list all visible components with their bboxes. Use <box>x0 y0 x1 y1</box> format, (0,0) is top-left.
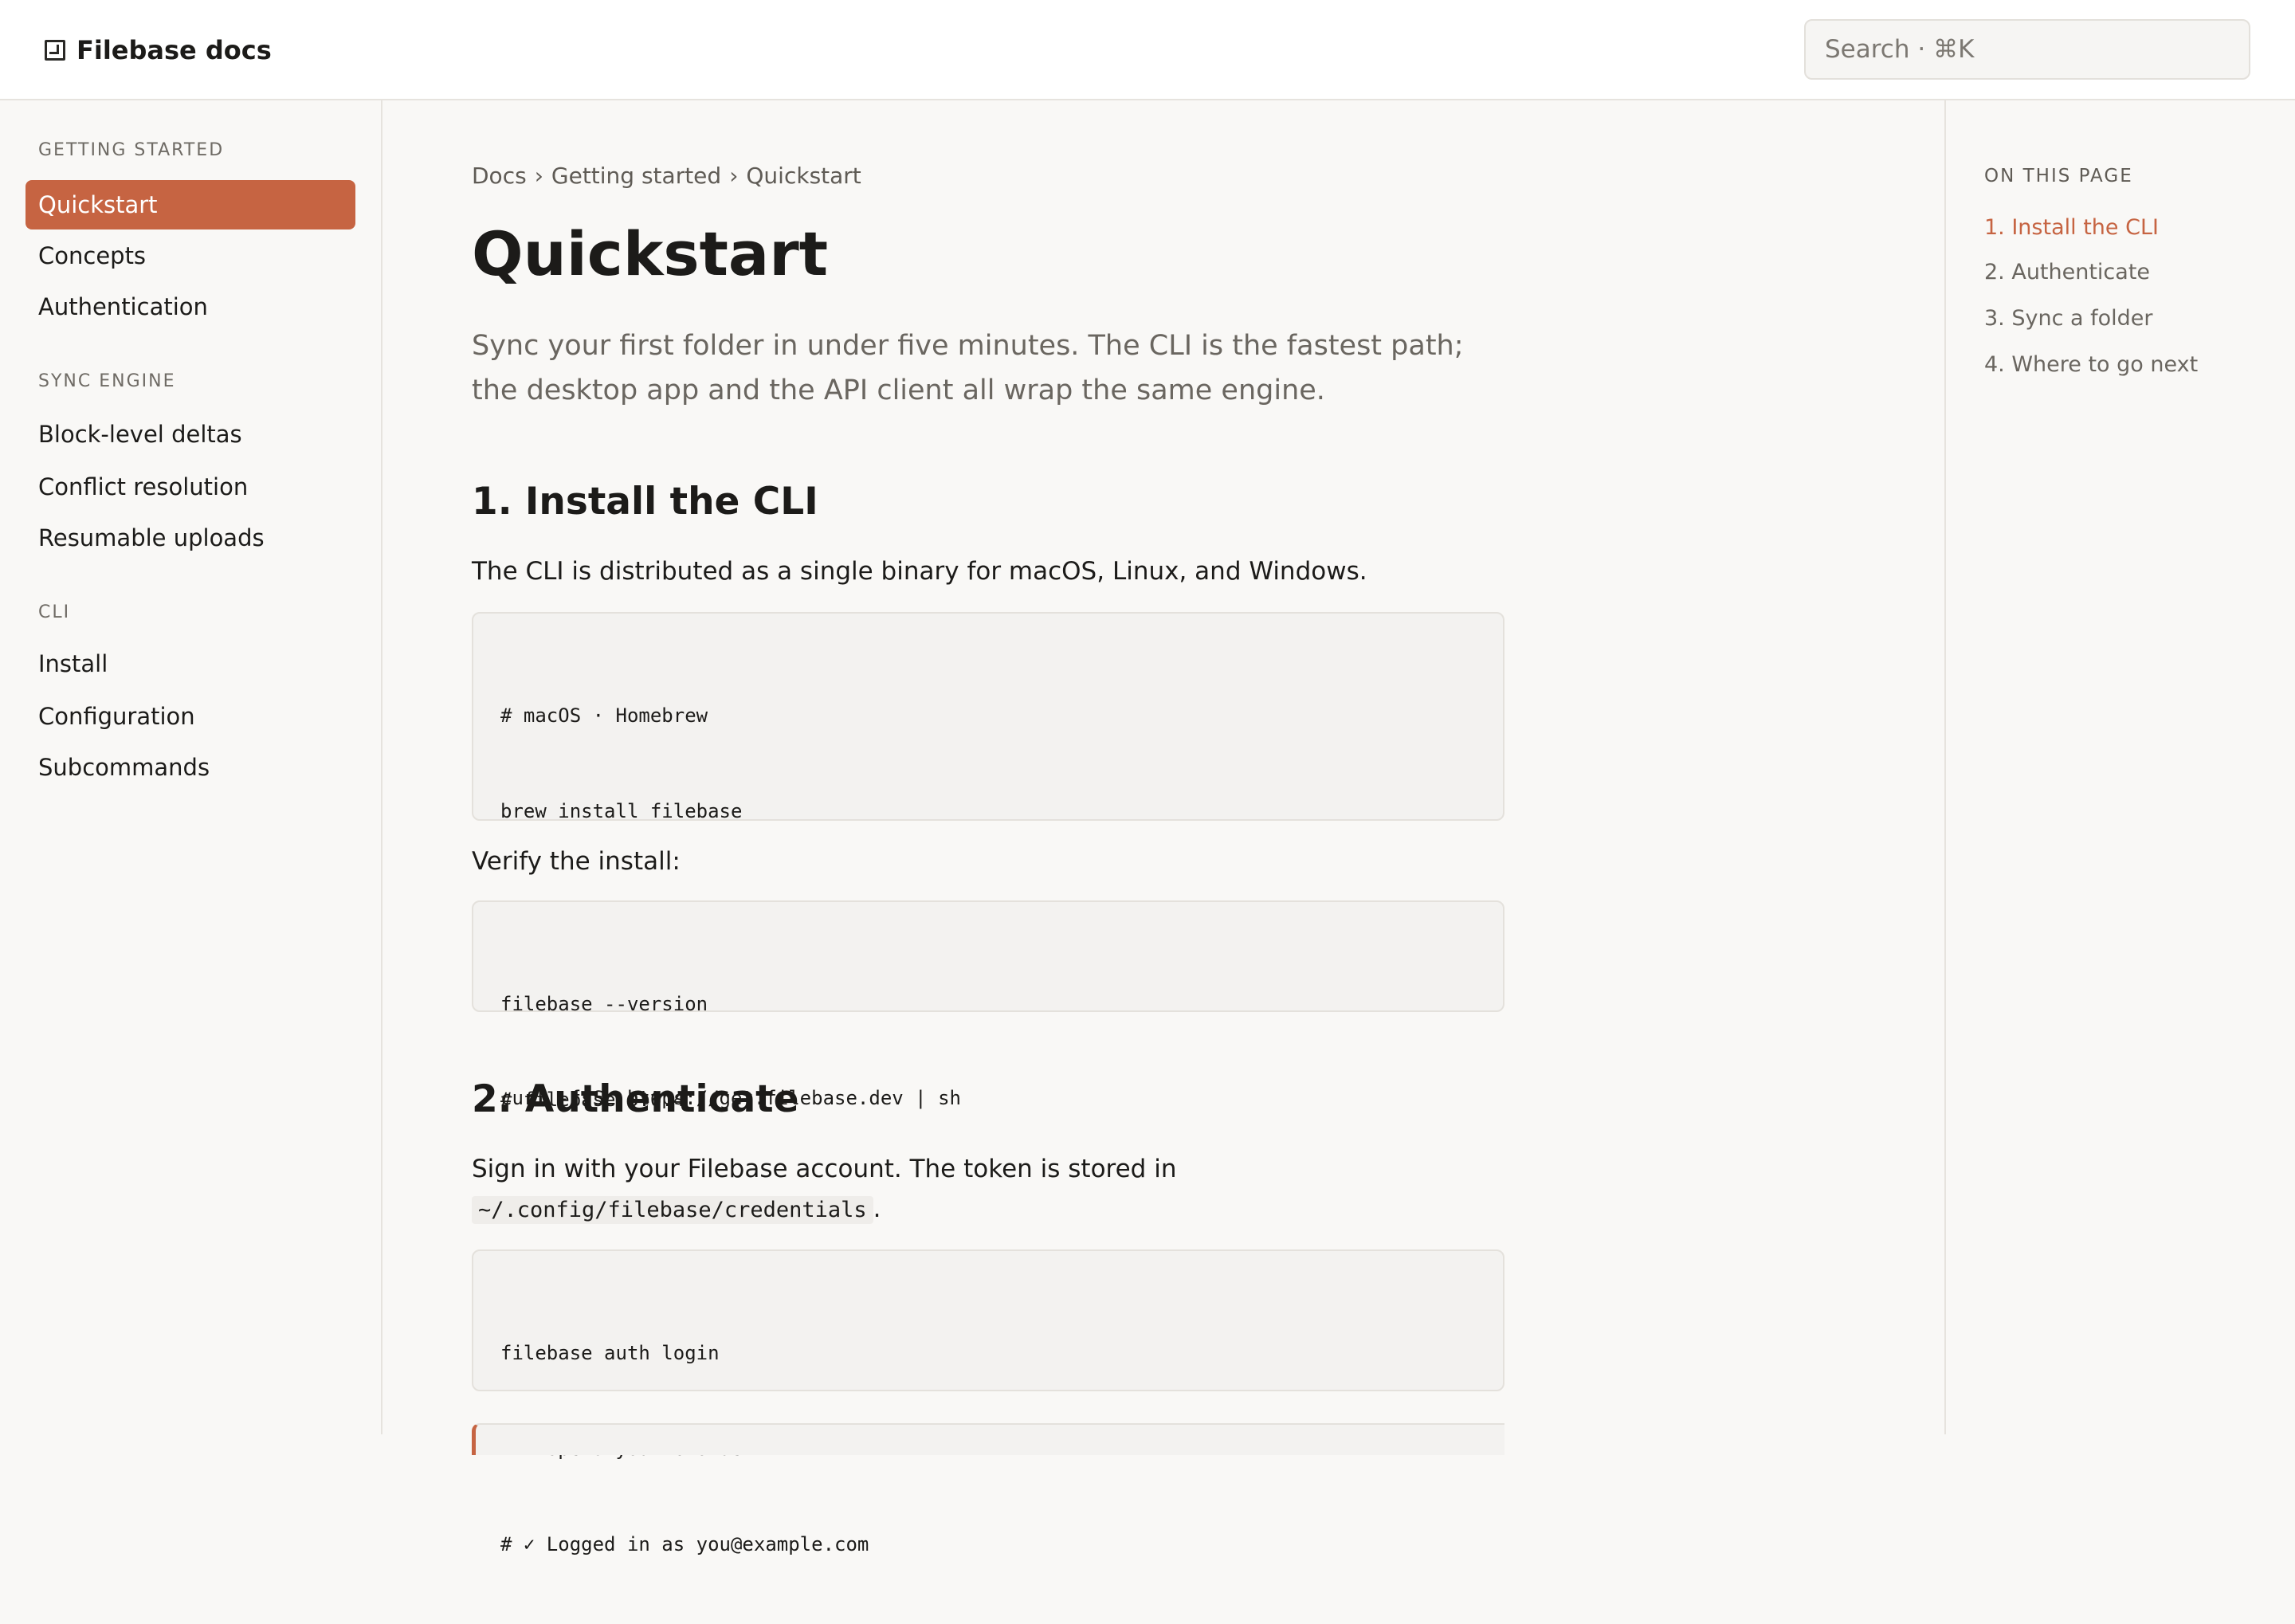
breadcrumb-separator: › <box>729 163 739 189</box>
heading-install-the-cli: 1. Install the CLI <box>472 480 818 524</box>
code-block-install[interactable]: # macOS · Homebrew brew install filebase… <box>472 612 1504 1109</box>
code-line: filebase --version <box>500 993 708 1015</box>
code-line: # macOS · Homebrew <box>500 704 708 727</box>
authenticate-intro-end: . <box>873 1194 881 1223</box>
authenticate-intro-text: Sign in with your Filebase account. The … <box>472 1155 1177 1183</box>
sidebar-heading-getting-started: GETTING STARTED <box>38 140 225 160</box>
sidebar-item-resumable-uploads[interactable]: Resumable uploads <box>26 513 355 563</box>
table-of-contents: ON THIS PAGE 1. Install the CLI 2. Authe… <box>1944 100 2295 1434</box>
sidebar-item-quickstart[interactable]: Quickstart <box>26 180 355 229</box>
search-placeholder: Search · ⌘K <box>1825 35 1975 64</box>
toc-item-where-to-go-next[interactable]: 4. Where to go next <box>1984 352 2198 377</box>
breadcrumb-docs[interactable]: Docs <box>472 163 527 189</box>
code-block-verify[interactable]: filebase --version # filebase 0.6.4 <box>472 900 1504 1111</box>
sidebar-item-block-level-deltas[interactable]: Block-level deltas <box>26 410 355 459</box>
breadcrumb-getting-started[interactable]: Getting started <box>551 163 721 189</box>
authenticate-intro: Sign in with your Filebase account. The … <box>472 1149 1508 1230</box>
breadcrumb-quickstart: Quickstart <box>746 163 861 189</box>
code-line: brew install filebase <box>500 800 743 822</box>
breadcrumb: Docs › Getting started › Quickstart <box>472 163 861 189</box>
callout-box <box>472 1423 1504 1455</box>
install-intro: The CLI is distributed as a single binar… <box>472 557 1367 586</box>
credentials-path-code: ~/.config/filebase/credentials <box>472 1196 873 1224</box>
code-line: # ✓ Logged in as you@example.com <box>500 1533 869 1555</box>
main-content: Docs › Getting started › Quickstart Quic… <box>472 100 1508 1555</box>
sidebar-item-authentication[interactable]: Authentication <box>26 282 355 331</box>
verify-text: Verify the install: <box>472 847 681 876</box>
toc-item-authenticate[interactable]: 2. Authenticate <box>1984 260 2150 284</box>
sidebar-item-conflict-resolution[interactable]: Conflict resolution <box>26 462 355 512</box>
sidebar-item-install[interactable]: Install <box>26 639 355 688</box>
sidebar: GETTING STARTED Quickstart Concepts Auth… <box>0 100 382 1434</box>
sidebar-item-configuration[interactable]: Configuration <box>26 692 355 741</box>
search-input[interactable]: Search · ⌘K <box>1804 19 2250 80</box>
brand-name: Filebase docs <box>76 35 272 65</box>
sidebar-heading-sync-engine: SYNC ENGINE <box>38 371 176 391</box>
lead-paragraph: Sync your first folder in under five min… <box>472 330 1464 406</box>
top-bar: Filebase docs Search · ⌘K <box>0 0 2295 100</box>
toc-item-install-the-cli[interactable]: 1. Install the CLI <box>1984 215 2159 240</box>
heading-authenticate: 2. Authenticate <box>472 1077 799 1121</box>
toc-heading: ON THIS PAGE <box>1984 166 2133 186</box>
sidebar-item-concepts[interactable]: Concepts <box>26 231 355 280</box>
toc-item-sync-a-folder[interactable]: 3. Sync a folder <box>1984 306 2153 331</box>
book-icon <box>45 40 65 61</box>
brand[interactable]: Filebase docs <box>45 32 272 69</box>
page-title: Quickstart <box>472 218 829 289</box>
code-line: filebase auth login <box>500 1342 720 1364</box>
breadcrumb-separator: › <box>534 163 543 189</box>
code-block-auth[interactable]: filebase auth login # → opens your brows… <box>472 1249 1504 1555</box>
sidebar-heading-cli: CLI <box>38 602 71 622</box>
sidebar-item-subcommands[interactable]: Subcommands <box>26 743 355 792</box>
